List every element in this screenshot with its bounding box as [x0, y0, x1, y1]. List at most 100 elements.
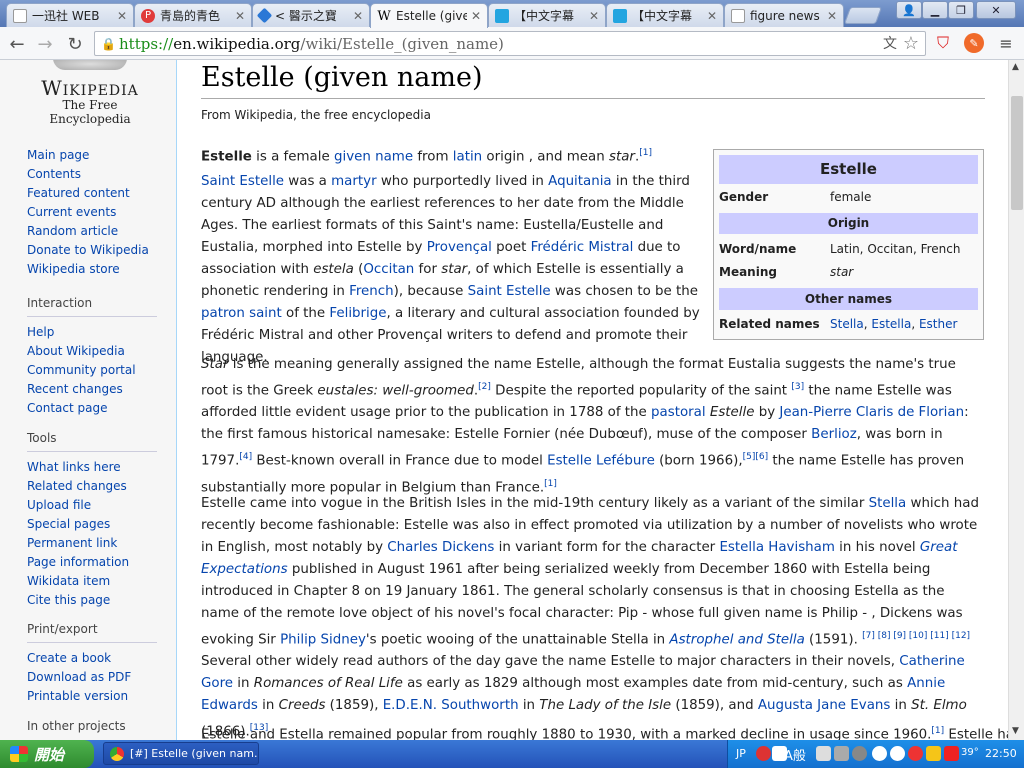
infobox-section-heading: Origin: [719, 213, 978, 234]
scroll-down-icon[interactable]: ▼: [1012, 726, 1019, 736]
minimize-button[interactable]: ▁: [922, 1, 948, 19]
page-icon: [13, 8, 27, 23]
sidebar-item[interactable]: Wikipedia store: [27, 260, 157, 279]
tray-app-icon[interactable]: [816, 746, 831, 761]
scrollbar-thumb[interactable]: [1011, 96, 1023, 210]
globe-icon: [53, 60, 127, 70]
shield-icon[interactable]: ⛉: [933, 33, 953, 53]
sidebar-heading: Tools: [27, 431, 157, 452]
sidebar-item[interactable]: Donate to Wikipedia: [27, 241, 157, 260]
taskbar-chrome-window[interactable]: [#] Estelle (given nam...: [103, 742, 259, 765]
sidebar-interaction: Interaction Help About Wikipedia Communi…: [27, 296, 157, 418]
browser-tab[interactable]: 【中文字幕 ✕: [488, 3, 606, 27]
article-paragraph: Estelle came into vogue in the British I…: [201, 496, 979, 740]
infobox-title: Estelle: [719, 155, 978, 184]
wikipedia-icon: W: [377, 8, 391, 24]
new-tab-button[interactable]: [843, 7, 883, 24]
related-name-link[interactable]: Stella: [830, 317, 864, 331]
close-tab-icon[interactable]: ✕: [471, 9, 481, 23]
sidebar-item[interactable]: Contact page: [27, 399, 157, 418]
close-tab-icon[interactable]: ✕: [827, 9, 837, 23]
tray-app-icon[interactable]: [834, 746, 849, 761]
related-name-link[interactable]: Estella: [871, 317, 911, 331]
tray-app-icon[interactable]: [872, 746, 887, 761]
wikipedia-logo[interactable]: Wikipedia The Free Encyclopedia: [29, 60, 151, 126]
bilibili-icon: [613, 8, 627, 23]
sidebar-item[interactable]: Printable version: [27, 687, 157, 706]
close-tab-icon[interactable]: ✕: [707, 9, 717, 23]
sidebar-item[interactable]: Help: [27, 323, 157, 342]
sidebar-item[interactable]: Upload file: [27, 496, 157, 515]
back-icon[interactable]: ←: [6, 33, 28, 55]
sidebar-item[interactable]: Random article: [27, 222, 157, 241]
sidebar-item[interactable]: Permanent link: [27, 534, 157, 553]
tray-app-icon[interactable]: [944, 746, 959, 761]
tray-app-icon[interactable]: [852, 746, 867, 761]
clock: 22:50: [985, 747, 1017, 760]
sidebar-item[interactable]: Featured content: [27, 184, 157, 203]
sidebar-item[interactable]: Create a book: [27, 649, 157, 668]
tray-app-icon[interactable]: [908, 746, 923, 761]
tray-app-icon[interactable]: [926, 746, 941, 761]
related-name-link[interactable]: Esther: [919, 317, 957, 331]
user-icon[interactable]: 👤: [896, 1, 922, 19]
system-tray: JP A般 39° 22:50: [727, 740, 1024, 768]
infobox-label: Word/name: [719, 242, 797, 256]
lock-icon: 🔒: [101, 36, 116, 51]
tab-strip: 一迅社 WEB✕ P青島的青色✕ < 醫示之寶✕ WEstelle (given…: [0, 0, 1024, 28]
address-bar[interactable]: 🔒 https://en.wikipedia.org/wiki/Estelle_…: [94, 31, 926, 56]
sidebar-item[interactable]: Contents: [27, 165, 157, 184]
sidebar-item[interactable]: Current events: [27, 203, 157, 222]
sidebar-heading: Interaction: [27, 296, 157, 317]
reload-icon[interactable]: ↻: [64, 33, 86, 55]
sidebar-heading: Print/export: [27, 622, 157, 643]
close-tab-icon[interactable]: ✕: [353, 9, 363, 23]
close-tab-icon[interactable]: ✕: [235, 9, 245, 23]
tray-app-icon[interactable]: [756, 746, 771, 761]
close-tab-icon[interactable]: ✕: [589, 9, 599, 23]
sidebar-item[interactable]: About Wikipedia: [27, 342, 157, 361]
start-button[interactable]: 開始: [0, 740, 94, 768]
close-window-button[interactable]: ✕: [976, 1, 1016, 19]
sidebar-other-projects: In other projects: [27, 719, 157, 740]
infobox-label: Meaning: [719, 265, 777, 279]
extension-icon[interactable]: ✎: [964, 33, 984, 53]
scroll-up-icon[interactable]: ▲: [1012, 62, 1019, 72]
ime-indicator[interactable]: A般: [784, 745, 806, 764]
sidebar-item[interactable]: Page information: [27, 553, 157, 572]
bookmark-star-icon[interactable]: ☆: [901, 33, 921, 54]
browser-tab[interactable]: 【中文字幕 ✕: [606, 3, 724, 27]
browser-tab[interactable]: < 醫示之寶 ✕: [252, 3, 370, 27]
sidebar-item[interactable]: What links here: [27, 458, 157, 477]
menu-icon[interactable]: ≡: [996, 33, 1016, 53]
infobox: Estelle Gender female Origin Word/name L…: [713, 149, 984, 340]
tray-app-icon[interactable]: [890, 746, 905, 761]
sidebar-item[interactable]: Community portal: [27, 361, 157, 380]
forward-icon[interactable]: →: [34, 33, 56, 55]
bilibili-icon: [495, 8, 509, 23]
language-indicator[interactable]: JP: [736, 747, 746, 760]
translate-icon[interactable]: 文: [880, 33, 900, 53]
close-tab-icon[interactable]: ✕: [117, 9, 127, 23]
browser-tab-active[interactable]: WEstelle (given✕: [370, 3, 488, 28]
sidebar-item[interactable]: Download as PDF: [27, 668, 157, 687]
infobox-value: star: [830, 265, 854, 279]
sidebar-item[interactable]: Recent changes: [27, 380, 157, 399]
sidebar-item[interactable]: Wikidata item: [27, 572, 157, 591]
browser-tab[interactable]: P 青島的青色 ✕: [134, 3, 252, 27]
diamond-icon: [256, 7, 273, 24]
site-subtitle: From Wikipedia, the free encyclopedia: [201, 108, 431, 122]
browser-tab[interactable]: 一迅社 WEB ✕: [6, 3, 134, 27]
sidebar-item[interactable]: Main page: [27, 146, 157, 165]
infobox-value: female: [830, 190, 872, 204]
chrome-icon: [110, 746, 124, 761]
browser-tab[interactable]: figure news ✕: [724, 3, 844, 27]
sidebar-print-export: Print/export Create a book Download as P…: [27, 622, 157, 706]
article-paragraph: Estelle is a female given name from lati…: [201, 148, 652, 165]
restore-button[interactable]: ❐: [948, 1, 974, 19]
sidebar-item[interactable]: Related changes: [27, 477, 157, 496]
vertical-scrollbar[interactable]: ▲ ▼: [1008, 60, 1024, 740]
infobox-label: Gender: [719, 190, 769, 204]
sidebar-item[interactable]: Special pages: [27, 515, 157, 534]
sidebar-item[interactable]: Cite this page: [27, 591, 157, 610]
